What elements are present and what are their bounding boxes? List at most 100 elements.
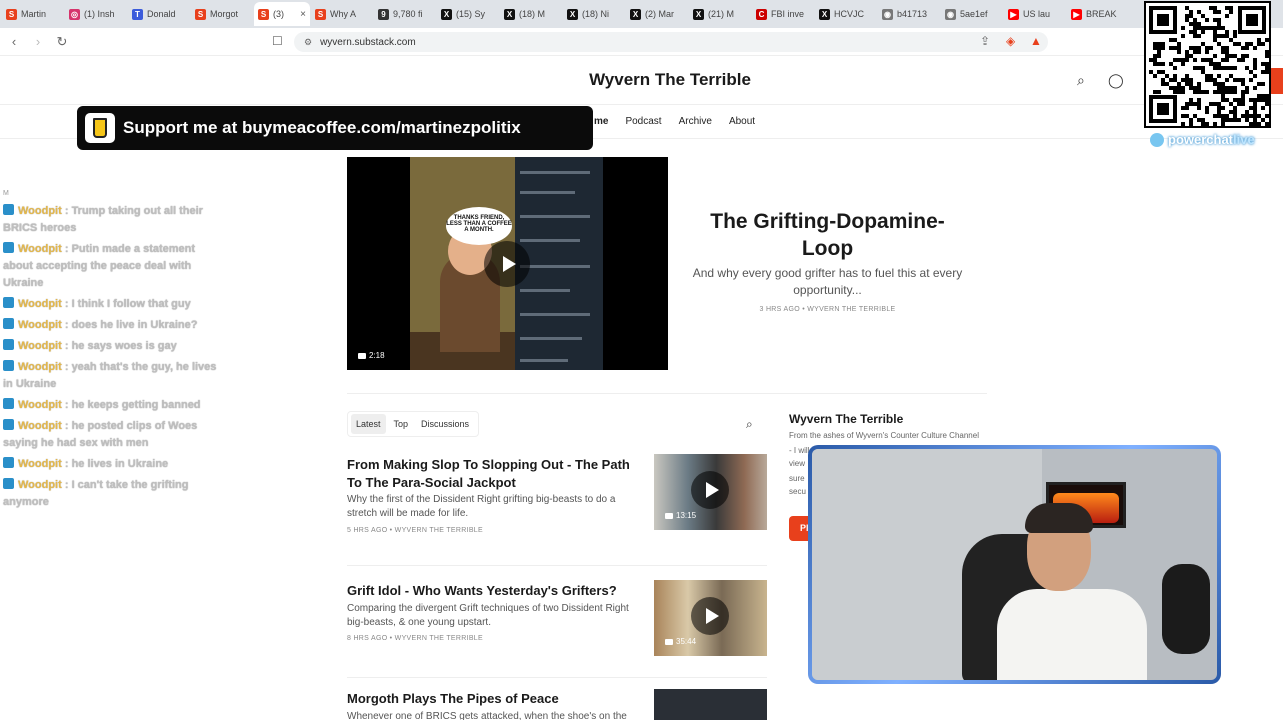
qr-module	[1189, 122, 1193, 126]
browser-tab[interactable]: X HCVJC	[815, 2, 877, 26]
browser-tab[interactable]: S Martin	[2, 2, 64, 26]
tab-label: (21) M	[708, 9, 735, 19]
site-title[interactable]: Wyvern The Terrible	[560, 70, 780, 90]
browser-tab[interactable]: C FBI inve	[752, 2, 814, 26]
featured-subtitle: And why every good grifter has to fuel t…	[692, 266, 963, 297]
tab-favicon-icon: C	[756, 8, 767, 20]
play-icon[interactable]	[691, 471, 729, 509]
chat-badge-icon	[3, 318, 14, 329]
address-bar[interactable]: ⚙ wyvern.substack.com	[294, 32, 1048, 52]
tweet-line	[520, 239, 580, 242]
browser-tab[interactable]: X (21) M	[689, 2, 751, 26]
browser-tab[interactable]: ◉ b41713	[878, 2, 940, 26]
brave-shield-icon[interactable]: ◈	[1006, 34, 1015, 48]
featured-title[interactable]: The Grifting-Dopamine-Loop	[695, 208, 960, 262]
powerchat-text: powerchat	[1168, 132, 1234, 147]
duration-text: 2:18	[369, 351, 385, 360]
qr-module	[1213, 54, 1217, 58]
tab-favicon-icon: X	[567, 8, 578, 20]
tab-favicon-icon: X	[693, 8, 704, 20]
feed-search-icon[interactable]: ⌕	[746, 417, 753, 432]
brave-rewards-icon[interactable]: ▲	[1030, 34, 1042, 48]
post-thumbnail[interactable]: 13:15	[654, 454, 767, 530]
browser-tab[interactable]: 9 9,780 fi	[374, 2, 436, 26]
browser-tab[interactable]: ▶ BREAK	[1067, 2, 1129, 26]
duration-text: 13:15	[676, 511, 697, 520]
post-title[interactable]: Morgoth Plays The Pipes of Peace	[347, 690, 642, 708]
support-text: Support me at buymeacoffee.com/martinezp…	[123, 118, 521, 137]
chat-username: Woodpit	[18, 479, 62, 491]
browser-tab[interactable]: ▶ US lau	[1004, 2, 1066, 26]
browser-tab[interactable]: S Why A	[311, 2, 373, 26]
tab-favicon-icon: S	[315, 8, 326, 20]
chat-icon[interactable]: ◯	[1108, 72, 1124, 89]
reload-icon[interactable]: ↻	[52, 34, 72, 50]
bookmark-icon[interactable]: ☐	[272, 34, 283, 48]
tab-top[interactable]: Top	[389, 414, 414, 434]
feed-tabs: Latest Top Discussions	[347, 411, 479, 437]
post-thumbnail[interactable]	[654, 689, 767, 720]
nav-archive[interactable]: Archive	[679, 116, 712, 127]
chat-message: Woodpit : he keeps getting banned	[3, 397, 223, 414]
chat-message: Woodpit : he lives in Ukraine	[3, 456, 223, 473]
nav-podcast[interactable]: Podcast	[625, 116, 661, 127]
qr-module	[1257, 122, 1261, 126]
browser-tab[interactable]: T Donald	[128, 2, 190, 26]
sidebar-title[interactable]: Wyvern The Terrible	[789, 412, 903, 426]
nav-home[interactable]: me	[594, 116, 608, 127]
video-camera-icon	[358, 352, 366, 359]
featured-video[interactable]: THANKS FRIEND, LESS THAN A COFFEE A MONT…	[347, 157, 668, 370]
qr-module	[1221, 122, 1225, 126]
tweet-line	[520, 359, 568, 362]
qr-module	[1157, 54, 1161, 58]
chat-username: Woodpit	[18, 340, 62, 352]
qr-module	[1197, 34, 1201, 38]
chat-badge-icon	[3, 297, 14, 308]
qr-module	[1245, 46, 1249, 50]
browser-tab[interactable]: S (3) ×	[254, 2, 310, 26]
tab-label: (15) Sy	[456, 9, 486, 19]
qr-module	[1261, 106, 1265, 110]
tab-discussions[interactable]: Discussions	[416, 414, 474, 434]
play-icon[interactable]	[691, 597, 729, 635]
tab-favicon-icon: 9	[378, 8, 389, 20]
chat-separator: :	[61, 243, 72, 255]
browser-tab[interactable]: S Morgot	[191, 2, 253, 26]
share-icon[interactable]: ⇪	[980, 34, 990, 48]
sidebar-description: From the ashes of Wyvern's Counter Cultu…	[789, 431, 979, 440]
post-subtitle: Whenever one of BRICS gets attacked, whe…	[347, 711, 627, 720]
qr-module	[1181, 62, 1185, 66]
qr-module	[1157, 90, 1161, 94]
browser-tab[interactable]: X (15) Sy	[437, 2, 499, 26]
forward-icon[interactable]: ›	[28, 34, 48, 49]
browser-toolbar: ‹ › ↻ ☐ ⚙ wyvern.substack.com ⇪ ◈ ▲	[0, 28, 1283, 56]
qr-module	[1245, 54, 1249, 58]
tweet-line	[520, 337, 582, 340]
post-title[interactable]: From Making Slop To Slopping Out - The P…	[347, 456, 642, 492]
tab-label: US lau	[1023, 9, 1051, 19]
nav-about[interactable]: About	[729, 116, 755, 127]
chat-badge-icon	[3, 398, 14, 409]
chat-badge-icon	[3, 360, 14, 371]
site-info-icon[interactable]: ⚙	[304, 37, 312, 48]
chat-text: does he live in Ukraine?	[71, 319, 198, 331]
qr-module	[1205, 50, 1209, 54]
qr-module	[1205, 110, 1209, 114]
post-thumbnail[interactable]: 35:44	[654, 580, 767, 656]
browser-tab[interactable]: X (2) Mar	[626, 2, 688, 26]
tab-close-icon[interactable]: ×	[300, 9, 306, 20]
search-icon[interactable]: ⌕	[1077, 72, 1085, 89]
back-icon[interactable]: ‹	[4, 34, 24, 49]
browser-tab[interactable]: X (18) M	[500, 2, 562, 26]
post-title[interactable]: Grift Idol - Who Wants Yesterday's Grift…	[347, 582, 642, 600]
browser-tab[interactable]: ◉ 5ae1ef	[941, 2, 1003, 26]
tab-favicon-icon: T	[132, 8, 143, 20]
tab-latest[interactable]: Latest	[351, 414, 386, 434]
qr-module	[1185, 106, 1189, 110]
qr-module	[1205, 122, 1209, 126]
play-icon[interactable]	[484, 241, 530, 287]
qr-module	[1253, 66, 1257, 70]
browser-tab[interactable]: ◎ (1) Insh	[65, 2, 127, 26]
browser-tab[interactable]: X (18) Ni	[563, 2, 625, 26]
qr-module	[1193, 58, 1197, 62]
